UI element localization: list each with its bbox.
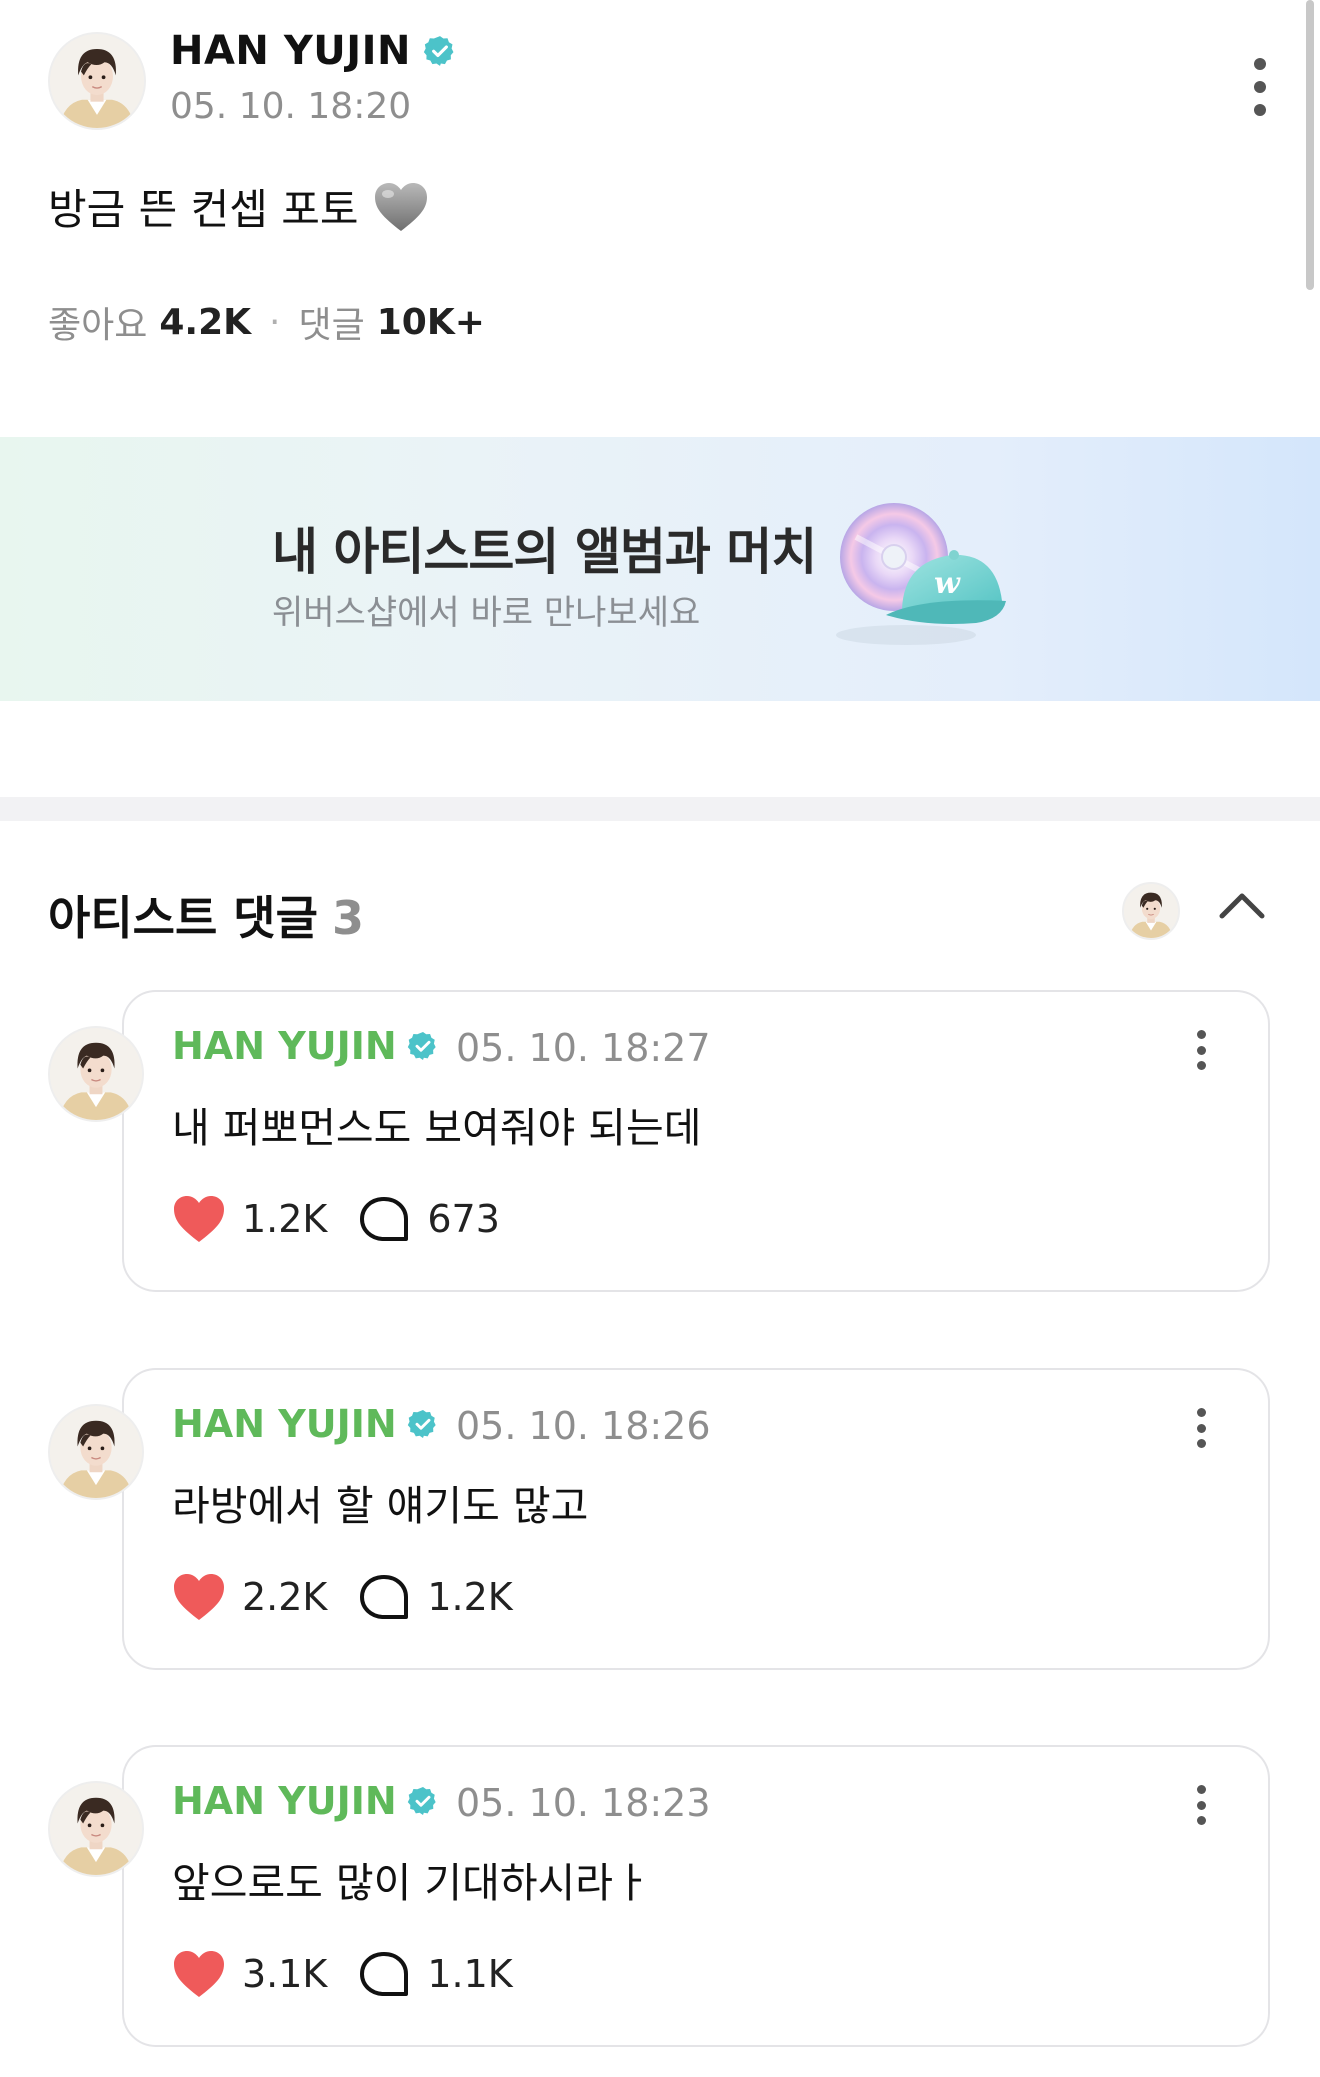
- more-vertical-icon[interactable]: [1194, 1408, 1208, 1448]
- avatar[interactable]: [48, 1404, 144, 1500]
- artist-avatar[interactable]: [1122, 882, 1180, 940]
- speech-bubble-icon[interactable]: [357, 1194, 411, 1244]
- like-count: 2.2K: [242, 1575, 328, 1619]
- comment-text: 라방에서 할 얘기도 많고: [172, 1482, 589, 1530]
- banner-subtitle: 위버스샵에서 바로 만나보세요: [272, 593, 701, 633]
- artist-comments-label: 아티스트 댓글: [48, 891, 318, 945]
- gray-heart-emoji-icon: [373, 181, 429, 233]
- post-text: 방금 뜬 컨셉 포토: [48, 185, 359, 234]
- heart-icon[interactable]: [172, 1949, 226, 1999]
- comment-timestamp: 05. 10. 18:23: [456, 1781, 711, 1825]
- artist-comment: HAN YUJIN 05. 10. 18:23 앞으로도 많이 기대하시라ㅏ 3…: [0, 1745, 1320, 2050]
- avatar[interactable]: [48, 1026, 144, 1122]
- verified-badge-icon: [407, 1785, 439, 1817]
- banner-title: 내 아티스트의 앨범과 머치: [272, 523, 817, 581]
- post-author[interactable]: HAN YUJIN: [170, 28, 457, 74]
- artist-comments-count: 3: [331, 891, 364, 945]
- reply-count: 673: [427, 1197, 500, 1241]
- chevron-up-icon[interactable]: [1218, 890, 1266, 920]
- comment-actions: 1.2K 673: [172, 1194, 530, 1244]
- comment-actions: 3.1K 1.1K: [172, 1949, 543, 1999]
- likes-label: 좋아요: [48, 305, 148, 346]
- comment-actions: 2.2K 1.2K: [172, 1572, 543, 1622]
- comment-timestamp: 05. 10. 18:27: [456, 1026, 711, 1070]
- album-and-cap-illustration: w: [826, 497, 1046, 657]
- avatar[interactable]: [48, 32, 146, 130]
- reply-count: 1.2K: [427, 1575, 513, 1619]
- comment-author-name: HAN YUJIN: [172, 1024, 397, 1068]
- speech-bubble-icon[interactable]: [357, 1949, 411, 1999]
- comment-author-name: HAN YUJIN: [172, 1402, 397, 1446]
- comment-author[interactable]: HAN YUJIN: [172, 1779, 439, 1823]
- more-vertical-icon[interactable]: [1194, 1030, 1208, 1070]
- comment-text: 앞으로도 많이 기대하시라ㅏ: [172, 1859, 651, 1907]
- speech-bubble-icon[interactable]: [357, 1572, 411, 1622]
- post-stats: 좋아요 4.2K · 댓글 10K+: [48, 296, 485, 348]
- artist-comment: HAN YUJIN 05. 10. 18:27 내 퍼뽀먼스도 보여줘야 되는데…: [0, 990, 1320, 1295]
- shop-banner[interactable]: 내 아티스트의 앨범과 머치 위버스샵에서 바로 만나보세요 w: [0, 437, 1320, 701]
- verified-badge-icon: [407, 1030, 439, 1062]
- reply-count: 1.1K: [427, 1952, 513, 1996]
- comment-author-name: HAN YUJIN: [172, 1779, 397, 1823]
- post-body: 방금 뜬 컨셉 포토: [48, 176, 429, 237]
- comment-text: 내 퍼뽀먼스도 보여줘야 되는데: [172, 1104, 702, 1152]
- more-vertical-icon[interactable]: [1250, 58, 1270, 116]
- comments-count[interactable]: 10K+: [377, 302, 485, 343]
- artist-comment: HAN YUJIN 05. 10. 18:26 라방에서 할 얘기도 많고 2.…: [0, 1368, 1320, 1673]
- post-timestamp: 05. 10. 18:20: [170, 86, 412, 127]
- comment-timestamp: 05. 10. 18:26: [456, 1404, 711, 1448]
- artist-comments-title: 아티스트 댓글 3: [48, 882, 364, 948]
- comment-card[interactable]: HAN YUJIN 05. 10. 18:27 내 퍼뽀먼스도 보여줘야 되는데…: [122, 990, 1270, 1292]
- like-count: 1.2K: [242, 1197, 328, 1241]
- more-vertical-icon[interactable]: [1194, 1785, 1208, 1825]
- heart-icon[interactable]: [172, 1194, 226, 1244]
- likes-count[interactable]: 4.2K: [159, 302, 251, 343]
- comments-label: 댓글: [298, 305, 365, 346]
- like-count: 3.1K: [242, 1952, 328, 1996]
- scrollbar[interactable]: [1306, 0, 1314, 290]
- avatar[interactable]: [48, 1781, 144, 1877]
- heart-icon[interactable]: [172, 1572, 226, 1622]
- svg-text:w: w: [934, 566, 961, 601]
- comment-card[interactable]: HAN YUJIN 05. 10. 18:26 라방에서 할 얘기도 많고 2.…: [122, 1368, 1270, 1670]
- verified-badge-icon: [423, 34, 457, 68]
- section-divider: [0, 797, 1320, 821]
- comment-card[interactable]: HAN YUJIN 05. 10. 18:23 앞으로도 많이 기대하시라ㅏ 3…: [122, 1745, 1270, 2047]
- comment-author[interactable]: HAN YUJIN: [172, 1402, 439, 1446]
- post-author-name: HAN YUJIN: [170, 28, 412, 74]
- separator-dot: ·: [269, 301, 281, 343]
- verified-badge-icon: [407, 1408, 439, 1440]
- post-header: HAN YUJIN 05. 10. 18:20: [0, 0, 1320, 150]
- comment-author[interactable]: HAN YUJIN: [172, 1024, 439, 1068]
